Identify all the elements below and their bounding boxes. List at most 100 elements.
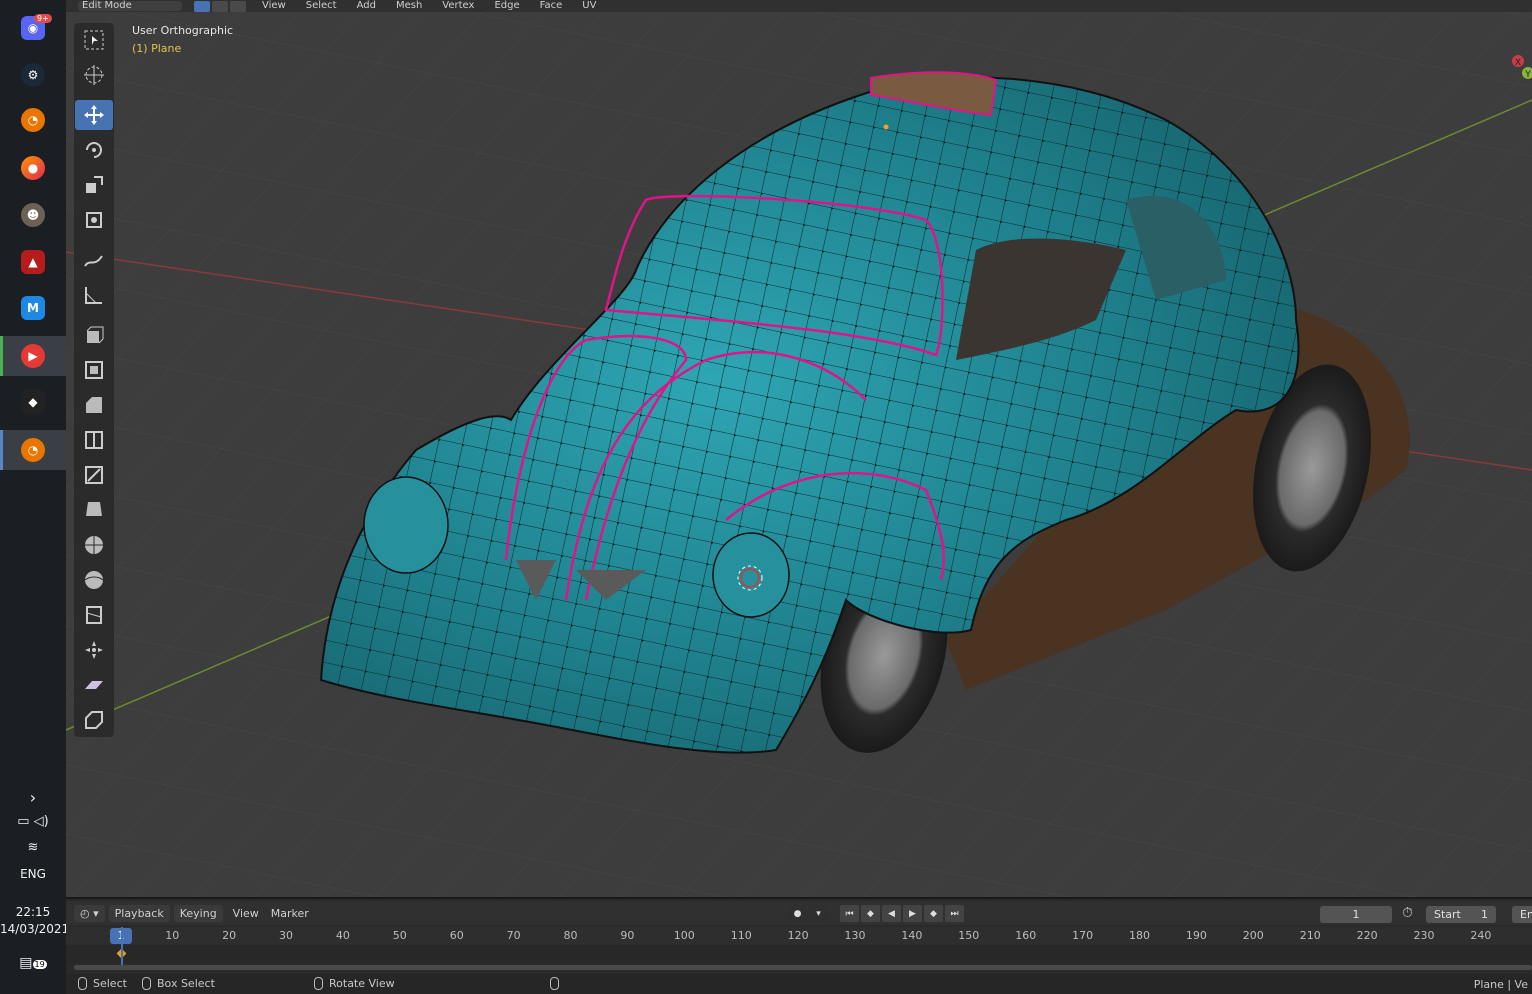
shear-tool[interactable] [75, 670, 113, 700]
taskbar-app-media[interactable]: ▶ [0, 336, 66, 376]
scale-tool[interactable] [75, 170, 113, 200]
current-frame-field[interactable]: 1 [1320, 906, 1392, 923]
menu-select[interactable]: Select [302, 1, 341, 11]
edge-select-icon[interactable] [212, 0, 228, 12]
cursor-tool[interactable] [75, 60, 113, 90]
mode-dropdown[interactable]: Edit Mode [78, 1, 182, 11]
shear-icon [85, 681, 103, 689]
clock-time[interactable]: 22:15 [0, 905, 66, 919]
menu-add[interactable]: Add [353, 1, 380, 11]
mouse-middle-icon [314, 977, 323, 990]
next-keyframe-icon[interactable]: ◆ [924, 905, 943, 922]
frame-tick-40: 40 [335, 929, 350, 942]
taskbar-app-discord[interactable]: ◉ 9+ [0, 8, 66, 48]
3d-viewport[interactable]: X Y Edit Mode View Select Add Mesh Verte… [66, 0, 1532, 897]
taskbar-app-substance[interactable]: M [0, 288, 66, 328]
taskbar-app-gimp[interactable]: ☻ [0, 195, 66, 235]
jump-start-icon[interactable]: ⏮ [840, 905, 859, 922]
taskbar-app-steam[interactable]: ⚙ [0, 55, 66, 95]
game-icon: ▲ [21, 250, 45, 274]
blender-icon: ◔ [21, 438, 45, 462]
frame-tick-140: 140 [901, 929, 923, 942]
taskbar-app-inkscape[interactable]: ◆ [0, 382, 66, 422]
language-indicator[interactable]: ENG [0, 867, 66, 881]
stopwatch-icon[interactable]: ⏱ [1402, 905, 1413, 921]
knife-tool[interactable] [75, 460, 113, 490]
timeline-scrollbar[interactable] [74, 965, 1532, 970]
smooth-tool[interactable] [75, 565, 113, 595]
keying-menu[interactable]: Keying [173, 904, 223, 922]
frame-tick-200: 200 [1242, 929, 1264, 942]
menu-mesh[interactable]: Mesh [392, 1, 426, 11]
measure-tool[interactable] [75, 280, 113, 310]
gizmo-y-label: Y [1524, 70, 1531, 80]
headlight-left [363, 476, 449, 574]
annotate-tool[interactable] [75, 245, 113, 275]
extrude-tool[interactable] [75, 320, 113, 350]
frame-tick-190: 190 [1185, 929, 1207, 942]
transform-tool[interactable] [75, 205, 113, 235]
frame-tick-50: 50 [392, 929, 407, 942]
chevron-right-icon[interactable]: › [0, 788, 66, 807]
poly-build-icon [86, 502, 102, 516]
vertex-select-icon[interactable] [194, 0, 210, 12]
view-menu[interactable]: View [227, 905, 265, 922]
shrink-fatten-tool[interactable] [75, 635, 113, 665]
battery-volume-icon[interactable]: ▭ ◁) [0, 814, 66, 829]
menu-vertex[interactable]: Vertex [438, 1, 478, 11]
inset-tool[interactable] [75, 355, 113, 385]
taskbar-app-game[interactable]: ▲ [0, 242, 66, 282]
menu-uv[interactable]: UV [578, 1, 600, 11]
edge-slide-tool[interactable] [75, 600, 113, 630]
prev-keyframe-icon[interactable]: ◆ [861, 905, 880, 922]
record-options-icon[interactable]: ▾ [809, 905, 828, 922]
spin-tool[interactable] [75, 530, 113, 560]
loop-cut-icon [85, 431, 103, 449]
frame-tick-130: 130 [844, 929, 866, 942]
menu-edge[interactable]: Edge [490, 1, 523, 11]
frame-tick-120: 120 [787, 929, 809, 942]
bevel-tool[interactable] [75, 390, 113, 420]
frame-tick-100: 100 [673, 929, 695, 942]
playback-controls: ● ▾ ⏮ ◆ ◀ ▶ ◆ ⏭ [788, 905, 964, 922]
status-box-select: Box Select [142, 977, 215, 990]
move-tool[interactable] [75, 100, 113, 130]
playhead[interactable] [121, 927, 123, 965]
frame-tick-30: 30 [279, 929, 293, 942]
wifi-icon[interactable]: ≋ [0, 840, 66, 855]
menu-view[interactable]: View [258, 1, 290, 11]
frame-ruler[interactable]: 1102030405060708090100110120130140150160… [66, 927, 1532, 945]
notification-count: 19 [32, 960, 47, 969]
menu-face[interactable]: Face [536, 1, 567, 11]
knife-icon [85, 466, 103, 484]
blender-icon: ◔ [21, 108, 45, 132]
jump-end-icon[interactable]: ⏭ [945, 905, 964, 922]
poly-build-tool[interactable] [75, 495, 113, 525]
clock-date[interactable]: 14/03/2021 [0, 922, 69, 936]
face-select-icon[interactable] [230, 0, 246, 12]
loop-cut-tool[interactable] [75, 425, 113, 455]
taskbar-app-firefox[interactable]: ● [0, 148, 66, 188]
frame-tick-230: 230 [1413, 929, 1435, 942]
rip-region-tool[interactable] [75, 705, 113, 735]
frame-tick-210: 210 [1299, 929, 1321, 942]
cursor-icon [84, 65, 104, 85]
taskbar-app-blender[interactable]: ◔ [0, 100, 66, 140]
notification-icon[interactable]: ▤ 19 [0, 955, 66, 971]
play-icon[interactable]: ▶ [903, 905, 922, 922]
marker-menu[interactable]: Marker [265, 905, 315, 922]
rip-region-icon [85, 711, 103, 729]
record-icon[interactable]: ● [788, 905, 807, 922]
edge-slide-icon [86, 606, 102, 624]
playback-menu[interactable]: Playback [108, 904, 170, 922]
start-frame-field[interactable]: Start 1 [1426, 906, 1496, 923]
status-scene-info: Plane | Ve [1473, 978, 1528, 991]
editor-type-clock-icon[interactable]: ◴ ▾ [74, 904, 105, 922]
keyframe-track[interactable] [66, 945, 1532, 963]
play-reverse-icon[interactable]: ◀ [882, 905, 901, 922]
end-frame-field[interactable]: En [1512, 906, 1532, 923]
transform-icon [86, 212, 102, 228]
taskbar-app-blender-active[interactable]: ◔ [0, 430, 66, 470]
rotate-tool[interactable] [75, 135, 113, 165]
select-box-tool[interactable] [75, 25, 113, 55]
